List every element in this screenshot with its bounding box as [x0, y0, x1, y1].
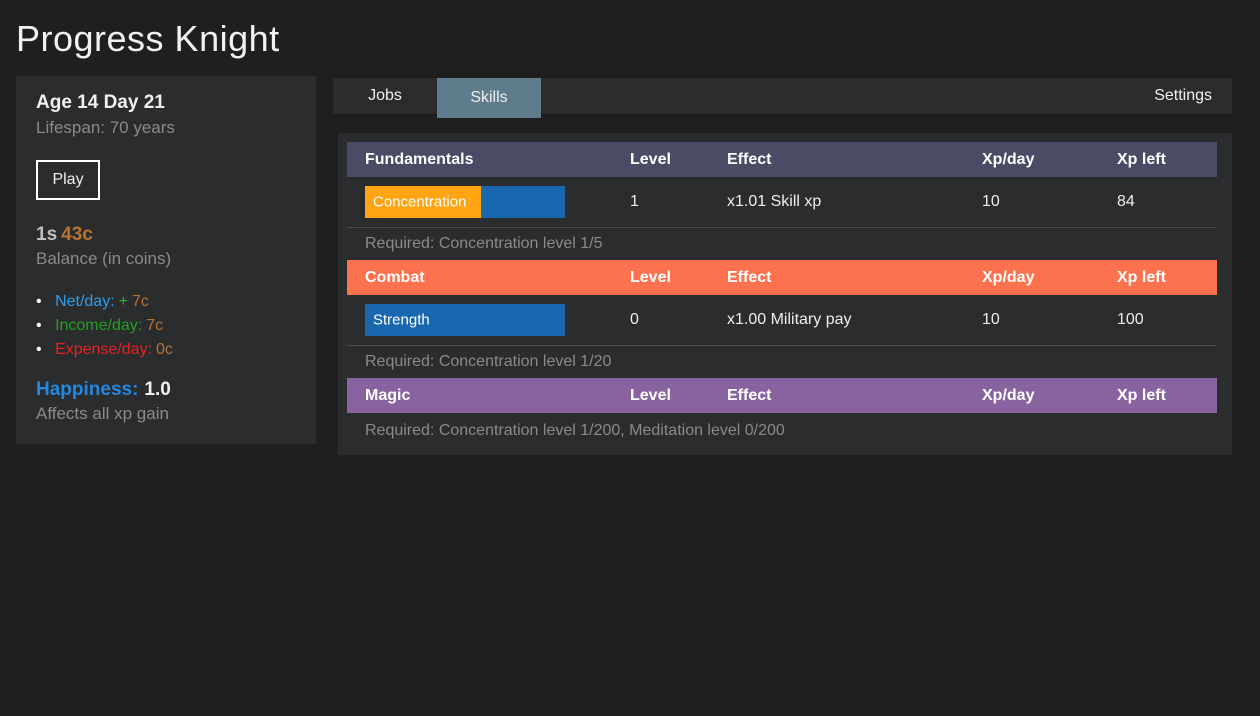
stat-income-day: Income/day:7c: [36, 317, 296, 335]
column-header-effect: Effect: [727, 151, 982, 169]
column-header-xp-day: Xp/day: [982, 387, 1117, 405]
balance-display: 1s43c: [36, 224, 296, 246]
stat-income-label: Income/day:: [55, 317, 142, 334]
category-name: Combat: [347, 269, 630, 287]
skill-xp-left: 100: [1117, 311, 1217, 329]
category-header-magic: Magic Level Effect Xp/day Xp left: [347, 378, 1217, 413]
column-header-xp-left: Xp left: [1117, 387, 1217, 405]
sidebar-panel: Age 14 Day 21 Lifespan: 70 years Play 1s…: [16, 76, 316, 444]
column-header-xp-left: Xp left: [1117, 151, 1217, 169]
category-name: Magic: [347, 387, 630, 405]
tab-bar: Jobs Skills Settings: [333, 78, 1232, 114]
stat-expense-label: Expense/day:: [55, 341, 152, 358]
skill-name-label: Strength: [373, 312, 430, 329]
stat-expense-day: Expense/day:0c: [36, 341, 296, 359]
skill-xp-left: 84: [1117, 193, 1217, 211]
category-name: Fundamentals: [347, 151, 630, 169]
play-button[interactable]: Play: [36, 160, 100, 200]
stat-income-value: 7c: [146, 317, 163, 334]
concentration-progress-bar[interactable]: Concentration: [365, 186, 565, 218]
balance-copper: 43c: [61, 224, 93, 245]
skill-effect: x1.00 Military pay: [727, 311, 982, 329]
stat-net-label: Net/day:: [55, 293, 115, 310]
happiness-display: Happiness: 1.0: [36, 379, 296, 401]
happiness-caption: Affects all xp gain: [36, 404, 296, 424]
stat-expense-value: 0c: [156, 341, 173, 358]
age-display: Age 14 Day 21: [36, 92, 296, 114]
skill-xp-day: 10: [982, 193, 1117, 211]
tab-jobs[interactable]: Jobs: [333, 78, 437, 114]
skill-row-strength[interactable]: Strength 0 x1.00 Military pay 10 100: [347, 295, 1217, 345]
category-header-combat: Combat Level Effect Xp/day Xp left: [347, 260, 1217, 295]
category-header-fundamentals: Fundamentals Level Effect Xp/day Xp left: [347, 142, 1217, 177]
column-header-effect: Effect: [727, 387, 982, 405]
skill-level: 0: [630, 311, 727, 329]
column-header-xp-day: Xp/day: [982, 151, 1117, 169]
tab-skills[interactable]: Skills: [437, 78, 541, 118]
happiness-label: Happiness:: [36, 379, 138, 400]
skill-effect: x1.01 Skill xp: [727, 193, 982, 211]
column-header-level: Level: [630, 387, 727, 405]
stat-net-day: Net/day:+7c: [36, 293, 296, 311]
stat-net-value: 7c: [132, 293, 149, 310]
lifespan-display: Lifespan: 70 years: [36, 118, 296, 138]
skill-name-label: Concentration: [373, 194, 466, 211]
stat-net-sign: +: [119, 293, 128, 310]
column-header-xp-left: Xp left: [1117, 269, 1217, 287]
column-header-level: Level: [630, 269, 727, 287]
skills-panel: Fundamentals Level Effect Xp/day Xp left…: [338, 133, 1232, 455]
column-header-effect: Effect: [727, 269, 982, 287]
balance-silver: 1s: [36, 224, 57, 245]
daily-stats-list: Net/day:+7c Income/day:7c Expense/day:0c: [36, 293, 296, 359]
skill-xp-day: 10: [982, 311, 1117, 329]
skill-row-concentration[interactable]: Concentration 1 x1.01 Skill xp 10 84: [347, 177, 1217, 227]
required-text-fundamentals: Required: Concentration level 1/5: [347, 228, 1217, 260]
column-header-xp-day: Xp/day: [982, 269, 1117, 287]
tab-settings[interactable]: Settings: [1134, 78, 1232, 114]
skill-level: 1: [630, 193, 727, 211]
balance-caption: Balance (in coins): [36, 249, 296, 269]
required-text-magic: Required: Concentration level 1/200, Med…: [347, 413, 1217, 449]
app-title: Progress Knight: [16, 18, 280, 60]
column-header-level: Level: [630, 151, 727, 169]
strength-progress-bar[interactable]: Strength: [365, 304, 565, 336]
happiness-value: 1.0: [144, 379, 170, 400]
required-text-combat: Required: Concentration level 1/20: [347, 346, 1217, 378]
